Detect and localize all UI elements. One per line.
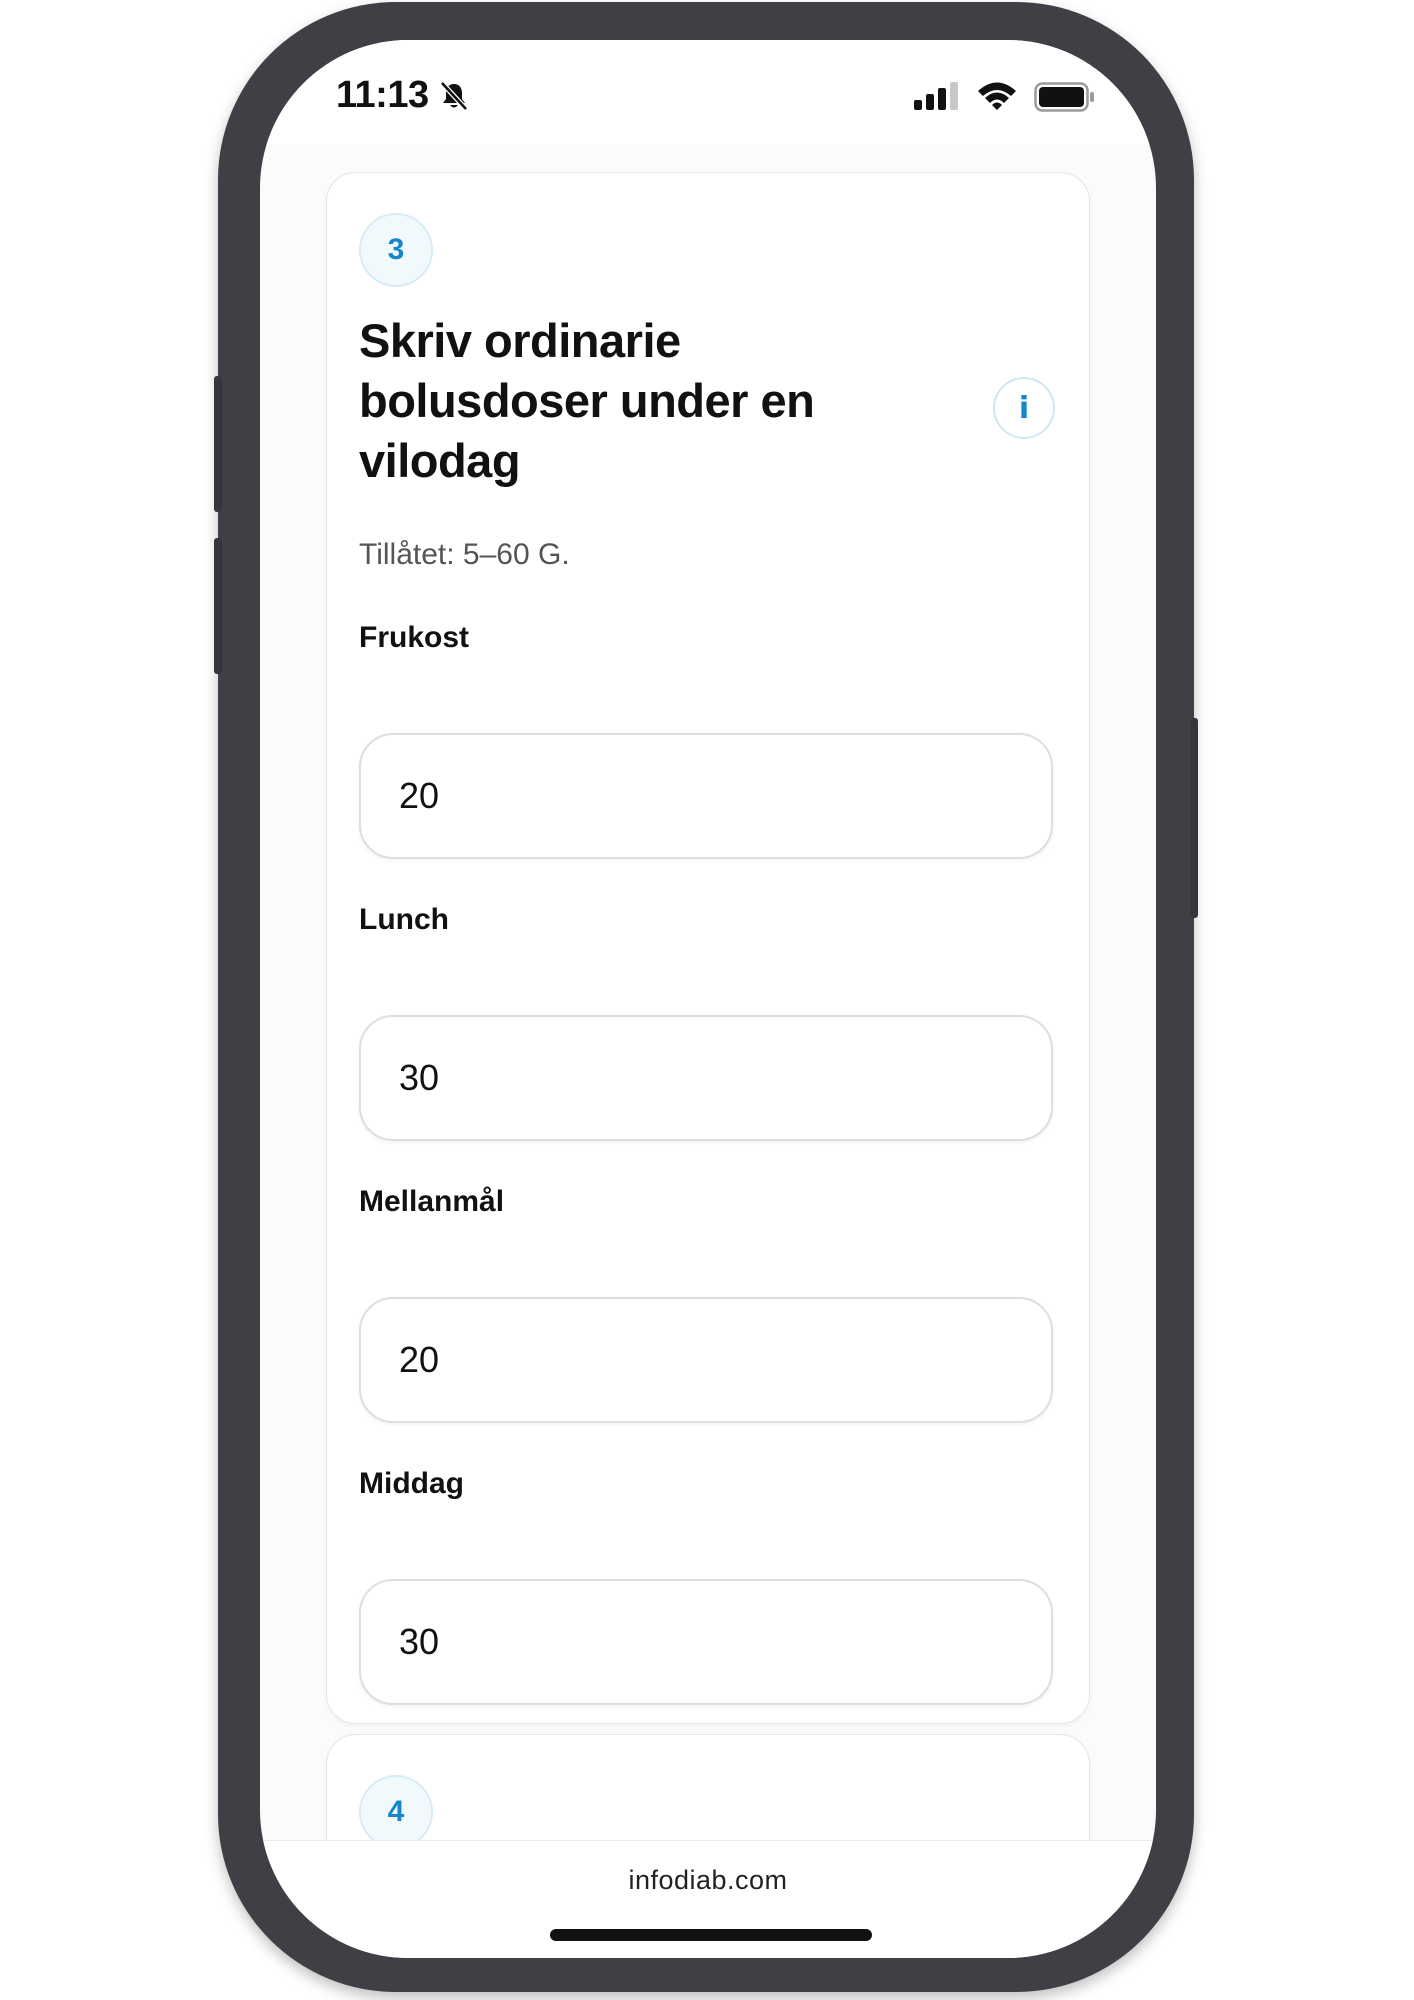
middag-input[interactable] [359, 1579, 1053, 1705]
step-card-3: 3 Skriv ordinarie bolusdoser under en vi… [326, 172, 1090, 1724]
volume-button [214, 538, 222, 674]
allowed-range-text: Tillåtet: 5–60 G. [359, 538, 570, 571]
cellular-signal-icon [914, 82, 958, 110]
mellanmal-label: Mellanmål [359, 1185, 505, 1218]
lunch-label: Lunch [359, 903, 449, 936]
url-label[interactable]: infodiab.com [260, 1865, 1156, 1896]
power-button [1190, 718, 1198, 918]
frukost-label: Frukost [359, 621, 470, 654]
status-bar: 11:13 [260, 40, 1156, 144]
status-time: 11:13 [336, 74, 429, 116]
browser-bottom-bar: infodiab.com [260, 1840, 1156, 1958]
middag-label: Middag [359, 1467, 464, 1500]
info-icon[interactable]: i [993, 377, 1055, 439]
mute-switch [214, 376, 222, 512]
card-title: Skriv ordinarie bolusdoser under en vilo… [359, 314, 815, 487]
step-number-badge: 3 [359, 213, 433, 287]
phone-screen: 11:13 3 Skriv ordinarie bolusdoser under… [260, 40, 1156, 1958]
lunch-input[interactable] [359, 1015, 1053, 1141]
wifi-icon [978, 82, 1016, 110]
bell-slash-icon [440, 81, 468, 111]
mellanmal-input[interactable] [359, 1297, 1053, 1423]
frukost-input[interactable] [359, 733, 1053, 859]
battery-icon [1034, 82, 1094, 112]
step-number-badge: 4 [359, 1775, 433, 1849]
home-indicator[interactable] [550, 1929, 872, 1941]
